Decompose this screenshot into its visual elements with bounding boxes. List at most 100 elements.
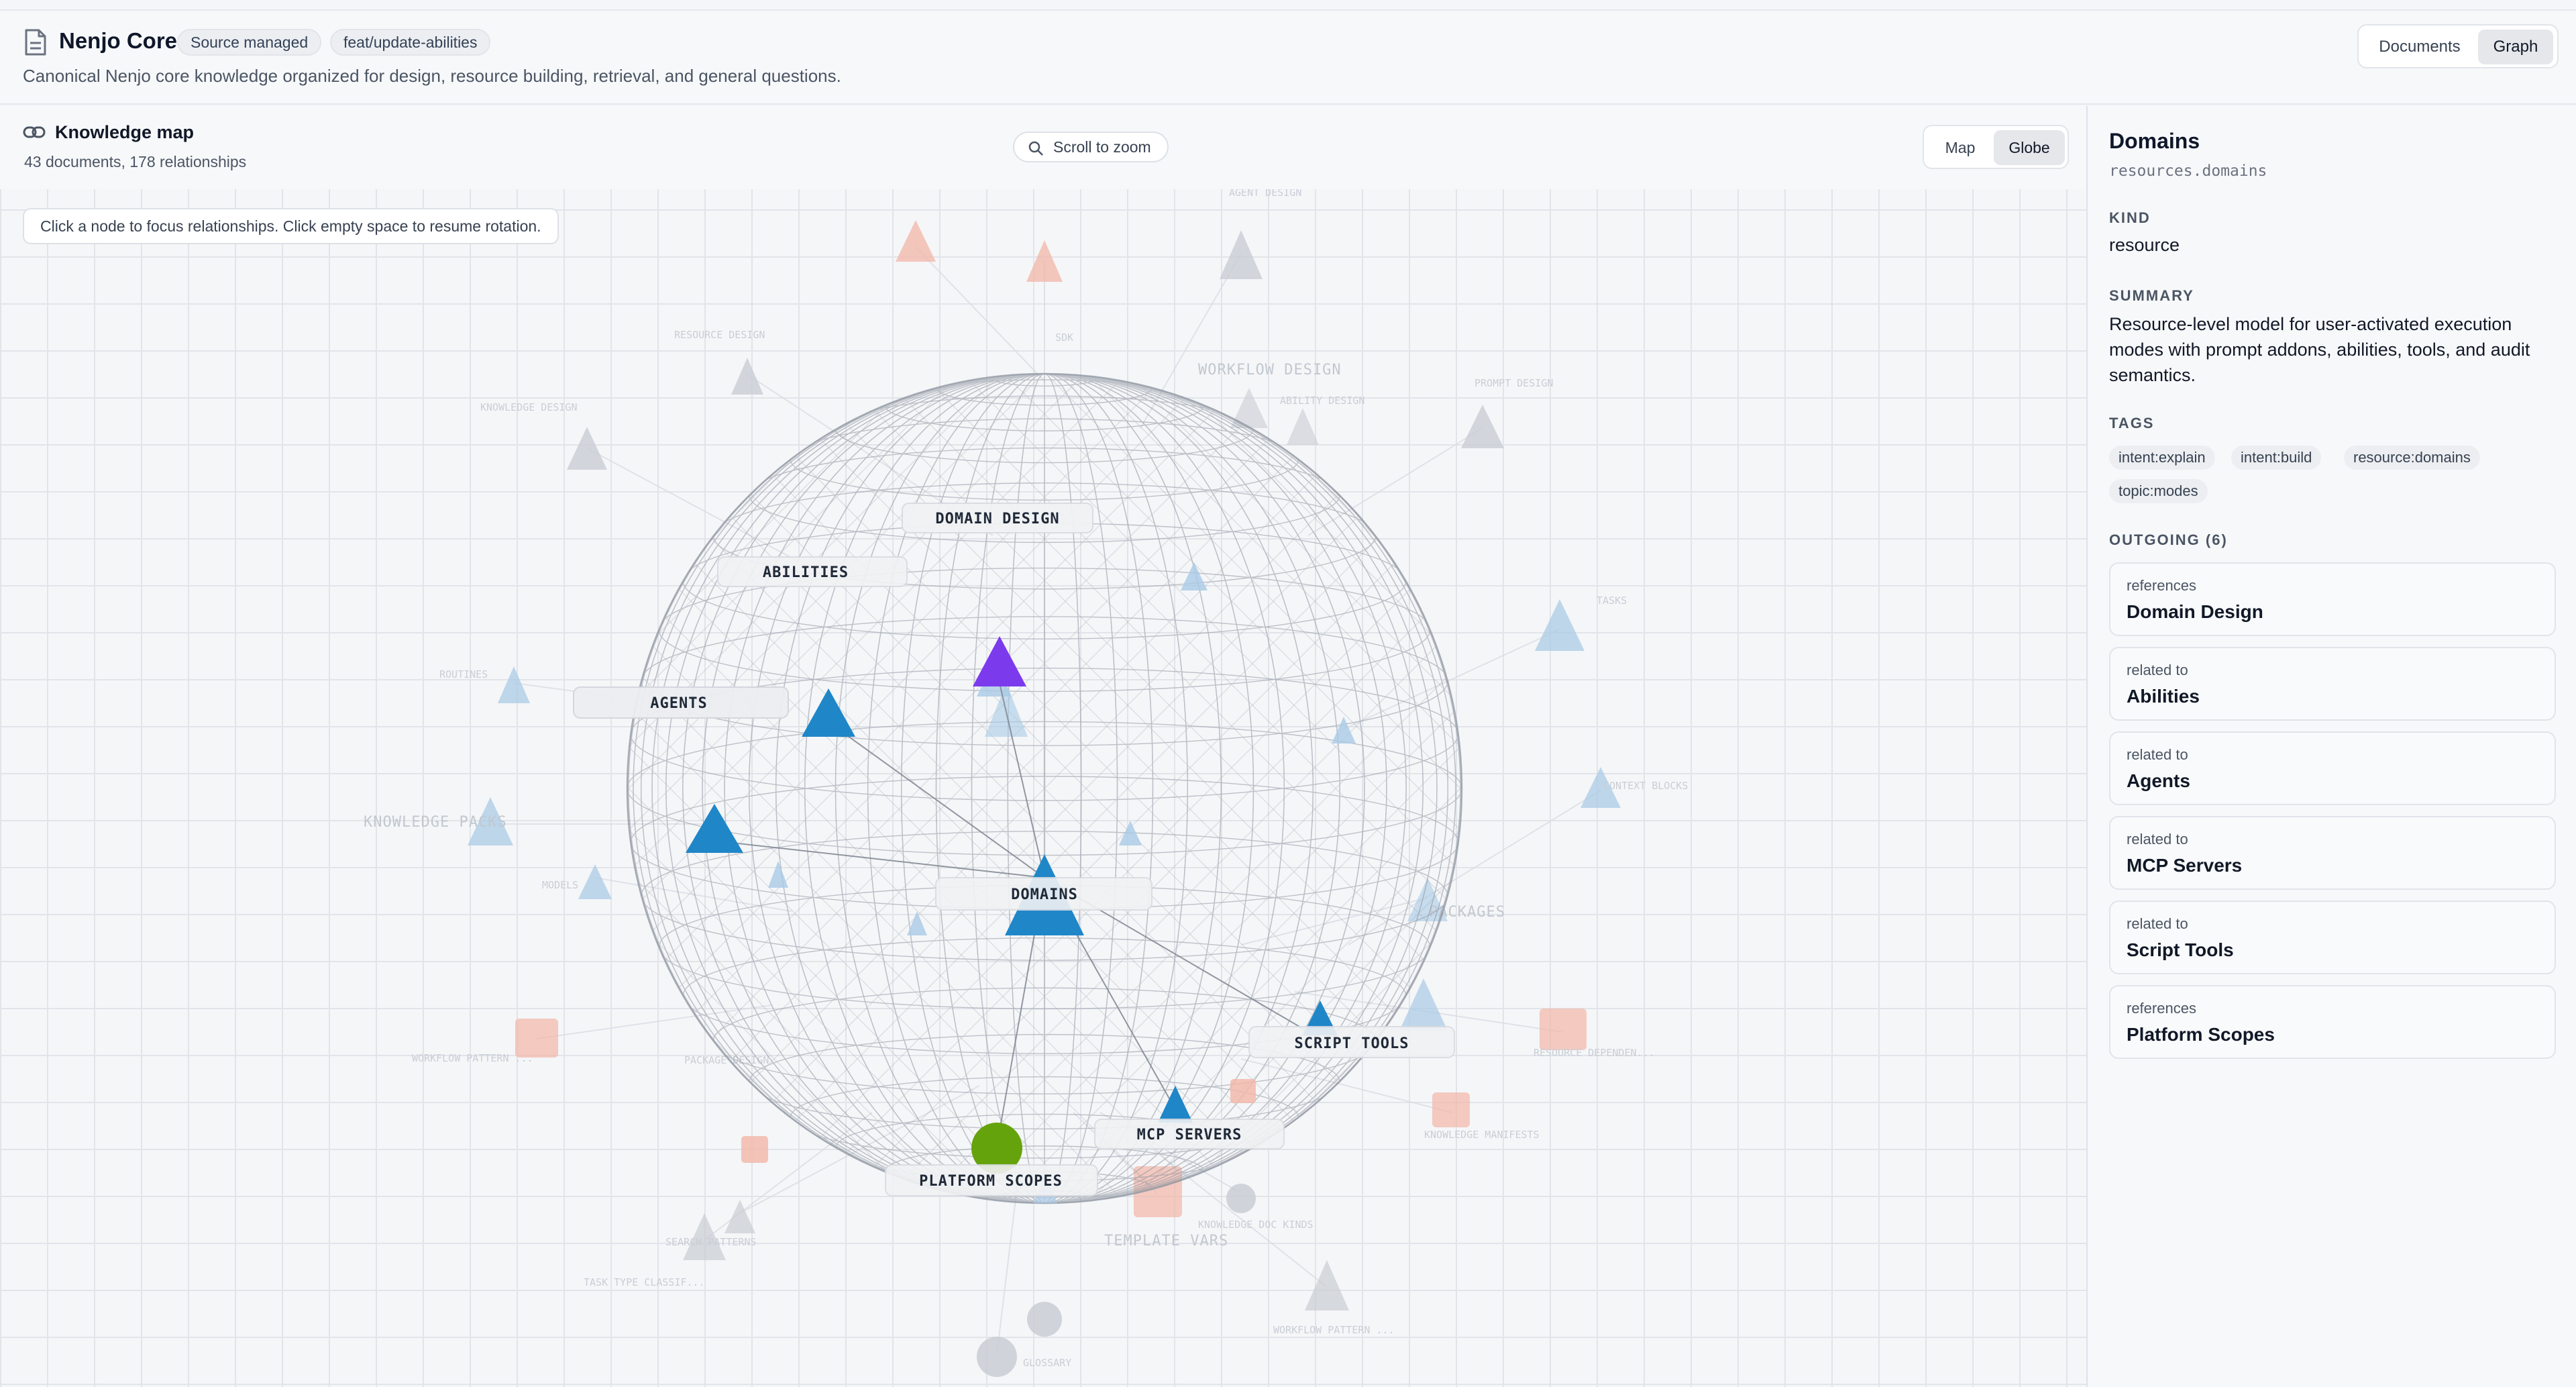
page-title: Nenjo Core bbox=[59, 28, 178, 53]
map-title: Knowledge map bbox=[55, 122, 195, 142]
bg-label-16: SEARCH PATTERNS bbox=[665, 1236, 756, 1248]
label-platform-scopes: PLATFORM SCOPES bbox=[919, 1173, 1063, 1190]
link-icon bbox=[23, 126, 46, 138]
zoom-hint-label: Scroll to zoom bbox=[1053, 138, 1151, 156]
node-faded-a1 bbox=[896, 220, 936, 262]
app-header: Nenjo Core Source managed feat/update-ab… bbox=[0, 9, 2576, 105]
node-inner-11 bbox=[741, 1136, 768, 1163]
node-faded-d2 bbox=[1027, 1302, 1062, 1337]
relationship-type: references bbox=[2127, 1000, 2196, 1017]
globe-mesh-line bbox=[627, 374, 932, 1203]
node-faded-d3 bbox=[977, 1337, 1017, 1377]
node-faded-c3 bbox=[1432, 1092, 1470, 1127]
bg-label-19: ABILITY DESIGN bbox=[1280, 395, 1364, 407]
tab-graph[interactable]: Graph bbox=[2478, 30, 2553, 64]
bg-label-2: WORKFLOW DESIGN bbox=[1198, 362, 1342, 378]
node-faded-a3 bbox=[1220, 230, 1263, 279]
detail-panel: Domains resources.domains KIND resource … bbox=[2089, 106, 2576, 1387]
globe-mesh-line bbox=[627, 374, 1462, 1203]
node-faded-a6 bbox=[1461, 405, 1504, 448]
relationship-target: MCP Servers bbox=[2127, 855, 2243, 876]
bg-label-8: CONTEXT BLOCKS bbox=[1603, 780, 1688, 792]
node-faded-a8 bbox=[1287, 408, 1319, 445]
relationship-type: related to bbox=[2127, 915, 2188, 932]
relationship-target: Platform Scopes bbox=[2127, 1024, 2275, 1045]
outgoing-heading: OUTGOING (6) bbox=[2109, 531, 2228, 548]
bg-label-7: KNOWLEDGE PACKS bbox=[364, 814, 507, 831]
relationship-type: related to bbox=[2127, 746, 2188, 763]
bg-label-11: RESOURCE DEPENDEN... bbox=[1534, 1047, 1655, 1059]
page-description: Canonical Nenjo core knowledge organized… bbox=[23, 66, 841, 86]
bg-label-3: PROMPT DESIGN bbox=[1474, 377, 1553, 389]
tags-heading: TAGS bbox=[2109, 415, 2155, 431]
relationship-card[interactable]: references Domain Design bbox=[2109, 562, 2556, 636]
node-inner-8 bbox=[1399, 978, 1448, 1031]
bg-label-10: WORKFLOW PATTERN ... bbox=[412, 1052, 533, 1064]
graph-canvas-panel: AGENT DESIGN RESOURCE DESIGN WORKFLOW DE… bbox=[0, 106, 2088, 1387]
source-badge: Source managed bbox=[177, 29, 322, 56]
relationship-type: references bbox=[2127, 577, 2196, 594]
label-abilities: ABILITIES bbox=[763, 564, 849, 581]
tag-chip[interactable]: intent:build bbox=[2231, 446, 2322, 470]
mode-globe-button[interactable]: Globe bbox=[1994, 130, 2065, 165]
globe-mesh-line bbox=[627, 374, 808, 1203]
detail-key: resources.domains bbox=[2109, 162, 2267, 180]
bg-label-1: RESOURCE DESIGN bbox=[674, 329, 765, 341]
mode-map-button[interactable]: Map bbox=[1928, 130, 1992, 165]
label-mcp-servers: MCP SERVERS bbox=[1137, 1127, 1242, 1143]
relationship-type: related to bbox=[2127, 831, 2188, 847]
document-icon bbox=[25, 29, 46, 56]
kind-value: resource bbox=[2109, 235, 2180, 255]
relationship-card[interactable]: related to Script Tools bbox=[2109, 901, 2556, 974]
knowledge-graph[interactable]: AGENT DESIGN RESOURCE DESIGN WORKFLOW DE… bbox=[0, 106, 2088, 1387]
tag-chip[interactable]: intent:explain bbox=[2109, 446, 2215, 470]
node-inner-1 bbox=[1181, 562, 1208, 590]
globe-mesh-line bbox=[627, 374, 932, 1203]
summary-text: Resource-level model for user-activated … bbox=[2109, 314, 2530, 385]
bg-label-5: ROUTINES bbox=[439, 668, 488, 680]
node-faded-a2 bbox=[1026, 240, 1063, 282]
relationship-card[interactable]: related to MCP Servers bbox=[2109, 816, 2556, 890]
help-tip: Click a node to focus relationships. Cli… bbox=[23, 208, 559, 244]
globe-wireframe bbox=[627, 374, 1462, 1203]
summary-heading: SUMMARY bbox=[2109, 287, 2194, 304]
globe-mesh-line bbox=[627, 374, 891, 1203]
bg-label-4: KNOWLEDGE DESIGN bbox=[480, 401, 578, 413]
map-stats: 43 documents, 178 relationships bbox=[24, 153, 247, 170]
label-script-tools: SCRIPT TOOLS bbox=[1295, 1035, 1409, 1052]
globe-mesh-line bbox=[627, 374, 849, 1203]
node-inner-10 bbox=[1230, 1079, 1256, 1103]
zoom-hint: Scroll to zoom bbox=[1013, 132, 1169, 162]
relationship-card[interactable]: related to Agents bbox=[2109, 731, 2556, 805]
relationship-target: Abilities bbox=[2127, 686, 2200, 707]
label-agents: AGENTS bbox=[650, 695, 707, 712]
bg-label-6: TASKS bbox=[1597, 595, 1627, 607]
node-abilities bbox=[802, 688, 855, 737]
node-faded-c2 bbox=[1540, 1009, 1587, 1050]
relationship-card[interactable]: related to Abilities bbox=[2109, 647, 2556, 721]
node-faded-a5 bbox=[567, 427, 607, 470]
bg-label-14: TASK TYPE CLASSIF... bbox=[584, 1276, 705, 1288]
bg-label-18: GLOSSARY bbox=[1023, 1357, 1071, 1369]
bg-label-12: KNOWLEDGE MANIFESTS bbox=[1424, 1129, 1540, 1141]
relationship-target: Domain Design bbox=[2127, 601, 2263, 622]
globe-mesh-line bbox=[1364, 374, 1462, 1203]
map-header: Knowledge map 43 documents, 178 relation… bbox=[0, 106, 2086, 189]
globe-mesh-line bbox=[1406, 374, 1462, 1203]
node-faded-d1 bbox=[1226, 1184, 1256, 1213]
globe-mesh-line bbox=[627, 374, 724, 1203]
relationship-card[interactable]: references Platform Scopes bbox=[2109, 985, 2556, 1059]
tab-documents[interactable]: Documents bbox=[2363, 30, 2477, 64]
detail-title: Domains bbox=[2109, 129, 2200, 153]
bg-label-13: TEMPLATE VARS bbox=[1104, 1233, 1228, 1249]
bg-label-20: KNOWLEDGE DOC KINDS bbox=[1198, 1219, 1313, 1231]
globe-mesh-line bbox=[627, 374, 766, 1203]
tag-chip[interactable]: topic:modes bbox=[2109, 479, 2208, 503]
globe-mesh-line bbox=[1406, 374, 1462, 1203]
node-faded-b2 bbox=[1535, 599, 1585, 651]
map-mode-switch: Map Globe bbox=[1923, 125, 2069, 169]
globe-mesh-line bbox=[1364, 374, 1462, 1203]
globe-mesh-line bbox=[627, 374, 766, 1203]
bg-label-15: WORKFLOW PATTERN ... bbox=[1273, 1324, 1395, 1336]
tag-chip[interactable]: resource:domains bbox=[2344, 446, 2480, 470]
